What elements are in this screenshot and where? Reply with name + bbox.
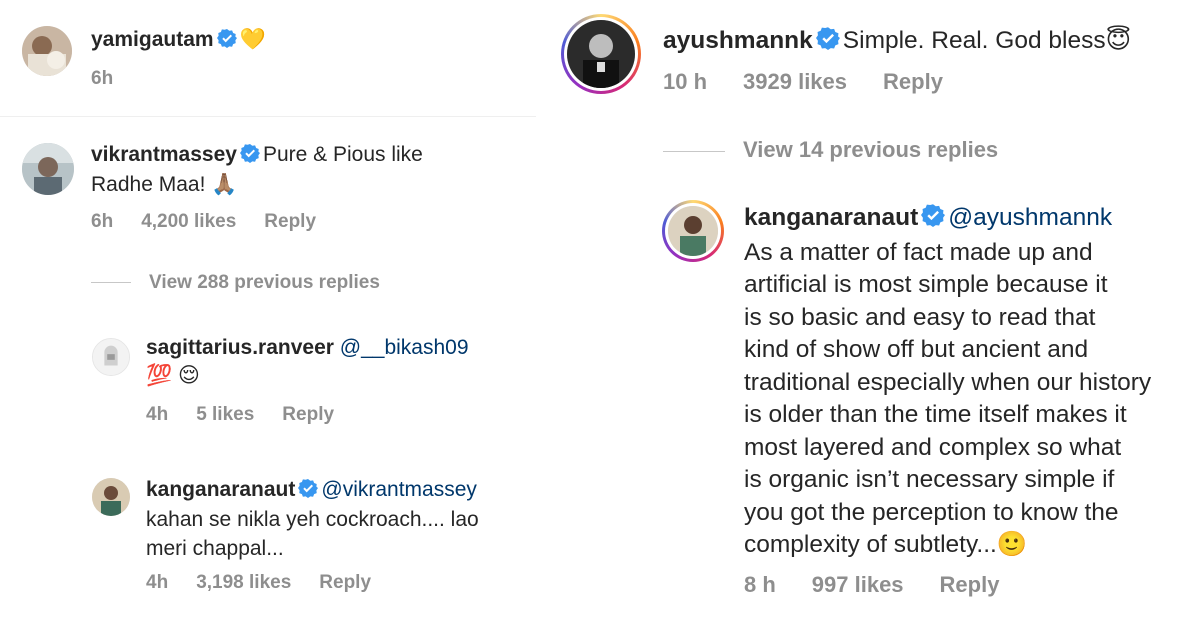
avatar[interactable] [92,338,130,376]
comment-text-line1: Pure & Pious like [262,143,423,166]
likes-count[interactable]: 4,200 likes [141,211,236,233]
mention-link[interactable]: @__bikash09 [340,336,469,359]
divider-line [91,282,131,284]
panel-separator [536,0,545,625]
reply-kanganaranaut: kanganaranaut @ayushmannk As a matter of … [545,196,1200,616]
username[interactable]: kanganaranaut [146,478,295,501]
comment-body: kanganaranaut @vikrantmassey kahan se nikl… [146,476,531,563]
username[interactable]: kanganaranaut [744,204,918,231]
comment-body: yamigautam 💛 [91,26,511,56]
username[interactable]: ayushmannk [663,27,813,54]
comment-body: kanganaranaut @ayushmannk As a matter of … [744,202,1199,562]
reply-sagittarius-ranveer: sagittarius.ranveer @__bikash09 💯 😌 4h 5 l… [0,330,536,440]
comment-yamigautam: yamigautam 💛 6h [0,0,536,116]
comment-text-line: artificial is most simple because it [744,271,1108,298]
comment-body: vikrantmassey Pure & Pious like Radhe Maa!… [91,141,511,200]
likes-count[interactable]: 3929 likes [743,69,847,95]
story-ring[interactable] [561,14,641,94]
comment-text-line2: Radhe Maa! 🙏🏽 [91,173,238,197]
comment-vikrantmassey: vikrantmassey Pure & Pious like Radhe Maa!… [0,117,536,247]
username[interactable]: yamigautam [91,28,214,51]
left-comments-panel: yamigautam 💛 6h vikrantmassey Pure & Pious… [0,0,536,625]
mention-link[interactable]: @ayushmannk [948,204,1112,231]
reply-button[interactable]: Reply [940,572,1000,598]
comment-text: 💯 😌 [146,364,200,388]
avatar[interactable] [567,20,635,88]
comment-meta: 10 h 3929 likes Reply [663,69,979,95]
likes-count[interactable]: 3,198 likes [196,572,291,594]
divider-line [663,150,725,152]
timestamp: 10 h [663,69,708,94]
timestamp: 4h [146,404,169,425]
comment-text-line: kind of show off but ancient and [744,336,1089,363]
verified-badge-icon [216,28,237,56]
comment-text-line1: kahan se nikla yeh cockroach.... lao [146,508,479,532]
reply-button[interactable]: Reply [319,572,371,594]
avatar[interactable] [22,143,74,195]
reply-button[interactable]: Reply [282,404,334,426]
view-previous-replies-button[interactable]: View 14 previous replies [663,137,998,163]
comment-body: ayushmannk Simple. Real. God bless😇 [663,24,1198,59]
comment-text-line: As a matter of fact made up and [744,238,1093,266]
reply-button[interactable]: Reply [883,69,943,95]
likes-count[interactable]: 997 likes [812,572,904,598]
comment-text-line: is older than the time itself makes it [744,401,1127,428]
comment-meta: 8 h 997 likes Reply [744,572,1035,598]
username[interactable]: sagittarius.ranveer [146,336,334,359]
comment-text-line: is organic isn’t necessary simple if [744,466,1115,493]
avatar[interactable] [668,206,718,256]
comment-text-line: you got the perception to know the [744,498,1119,526]
verified-badge-icon [815,26,840,59]
comment-text-line: is so basic and easy to read that [744,303,1096,331]
timestamp: 8 h [744,572,776,597]
comment-text-line: most layered and complex so what [744,433,1122,461]
comment-meta: 4h 3,198 likes Reply [146,572,399,594]
reply-kanganaranaut: kanganaranaut @vikrantmassey kahan se nikl… [0,470,536,610]
verified-badge-icon [921,203,946,237]
timestamp: 6h [91,211,114,232]
view-replies-label: View 288 previous replies [149,272,380,293]
likes-count[interactable]: 5 likes [196,404,254,426]
timestamp: 6h [91,68,114,89]
timestamp: 4h [146,572,169,593]
comment-ayushmannk: ayushmannk Simple. Real. God bless😇 10 h 3… [545,0,1200,120]
comment-meta: 4h 5 likes Reply [146,404,362,426]
username[interactable]: vikrantmassey [91,143,237,166]
view-previous-replies-button[interactable]: View 288 previous replies [91,272,380,294]
avatar[interactable] [22,26,72,76]
comment-meta: 6h 4,200 likes Reply [91,211,344,233]
comment-text-line: complexity of subtlety...🙂 [744,531,1028,558]
right-comments-panel: ayushmannk Simple. Real. God bless😇 10 h 3… [545,0,1200,625]
comment-text: Simple. Real. God bless😇 [842,27,1132,54]
comment-text: 💛 [239,28,266,51]
mention-link[interactable]: @vikrantmassey [321,478,477,501]
comment-body: sagittarius.ranveer @__bikash09 💯 😌 [146,334,526,391]
verified-badge-icon [239,143,260,171]
comment-text-line: traditional especially when our history [744,368,1152,396]
verified-badge-icon [298,478,319,506]
view-replies-label: View 14 previous replies [743,137,999,162]
avatar[interactable] [92,478,130,516]
story-ring[interactable] [662,200,724,262]
comment-meta: 6h [91,68,141,90]
comment-text-line2: meri chappal... [146,536,284,560]
reply-button[interactable]: Reply [264,211,316,233]
